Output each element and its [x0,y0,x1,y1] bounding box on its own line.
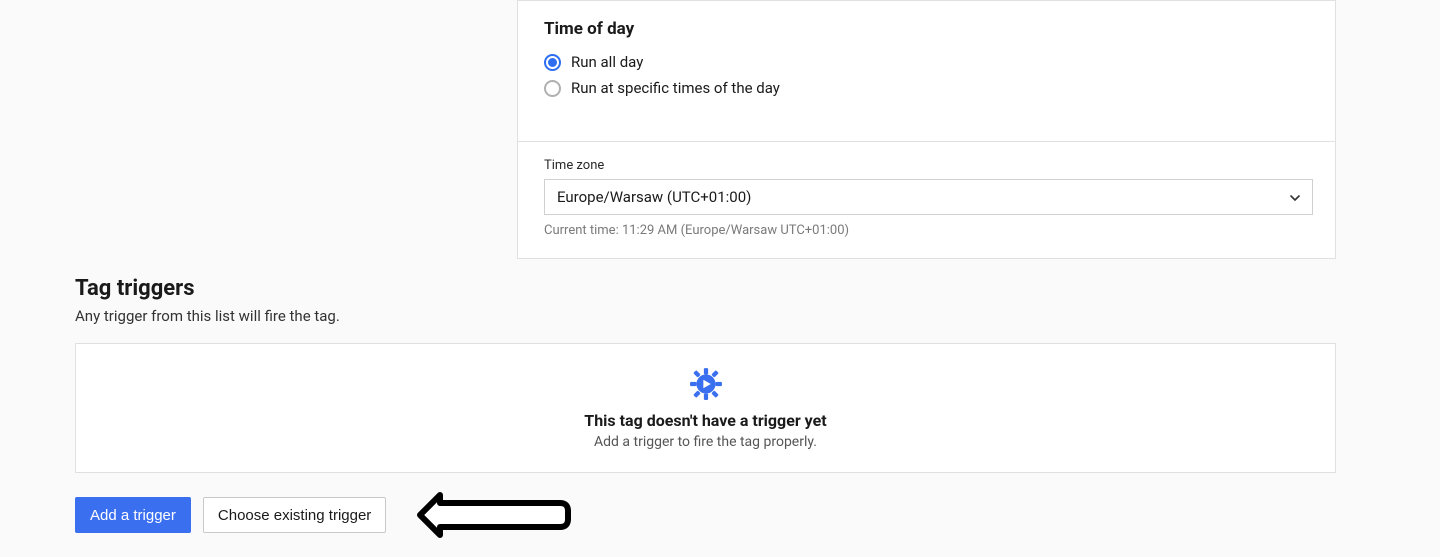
timezone-label: Time zone [544,158,1309,173]
triggers-empty-state: This tag doesn't have a trigger yet Add … [75,343,1336,473]
chevron-down-icon [1290,190,1300,204]
add-trigger-button[interactable]: Add a trigger [75,497,191,533]
annotation-arrow-icon [416,491,572,539]
timezone-helper: Current time: 11:29 AM (Europe/Warsaw UT… [544,223,1309,238]
radio-icon [544,54,561,71]
radio-run-specific-times[interactable]: Run at specific times of the day [544,79,1309,97]
choose-existing-trigger-button[interactable]: Choose existing trigger [203,497,386,533]
empty-subtitle: Add a trigger to fire the tag properly. [594,434,817,450]
radio-run-all-day[interactable]: Run all day [544,53,1309,71]
tag-triggers-heading: Tag triggers [75,276,1336,301]
schedule-card: Time of day Run all day Run at specific … [517,0,1336,259]
tag-triggers-section: Tag triggers Any trigger from this list … [75,276,1336,539]
trigger-buttons-row: Add a trigger Choose existing trigger [75,491,1336,539]
tag-triggers-subheading: Any trigger from this list will fire the… [75,307,1336,325]
radio-label: Run all day [571,53,643,71]
timezone-value: Europe/Warsaw (UTC+01:00) [557,188,751,206]
time-of-day-radios: Run all day Run at specific times of the… [544,53,1309,97]
radio-icon [544,80,561,97]
empty-title: This tag doesn't have a trigger yet [584,411,826,430]
radio-label: Run at specific times of the day [571,79,780,97]
timezone-select[interactable]: Europe/Warsaw (UTC+01:00) [544,179,1313,215]
gear-play-icon [689,367,723,401]
time-of-day-heading: Time of day [544,19,1309,39]
